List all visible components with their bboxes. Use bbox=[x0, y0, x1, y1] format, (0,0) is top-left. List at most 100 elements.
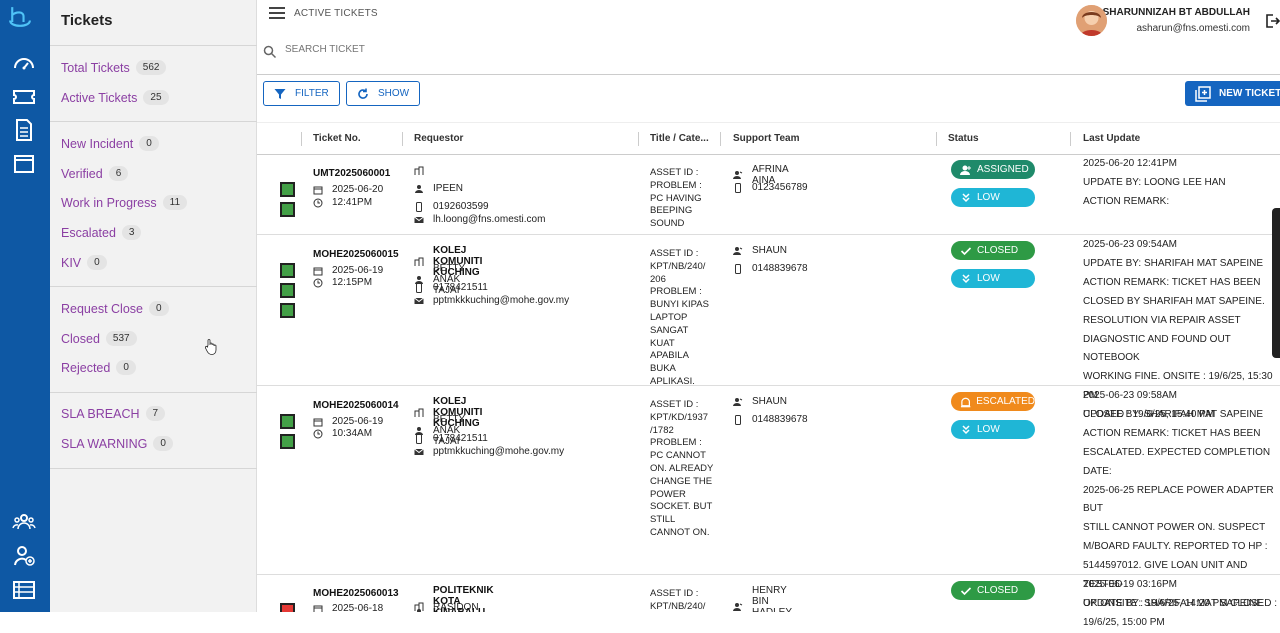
sidebar-item-request-close[interactable]: Request Close 0 bbox=[61, 301, 169, 316]
table-row[interactable]: MOHE2025060015 2025-06-19 12:15PM KOLEJ … bbox=[257, 236, 1280, 420]
ticket-number[interactable]: MOHE2025060013 bbox=[313, 588, 399, 599]
indicator-square bbox=[280, 603, 295, 612]
last-update: 2025-06-20 12:41PM UPDATE BY: LOONG LEE H… bbox=[1083, 158, 1226, 207]
email-icon bbox=[414, 215, 424, 225]
avatar[interactable] bbox=[1076, 5, 1107, 36]
requestor-email: lh.loong@fns.omesti.com bbox=[433, 214, 546, 225]
sidebar-item-closed[interactable]: Closed 537 bbox=[61, 331, 137, 346]
count-badge: 6 bbox=[108, 166, 129, 181]
sidebar-item-kiv[interactable]: KIV 0 bbox=[61, 255, 107, 270]
col-ticket-no[interactable]: Ticket No. bbox=[313, 133, 361, 144]
ticket-title: ASSET ID : KPT/NB/240/ bbox=[650, 588, 706, 612]
filter-button[interactable]: FILTER bbox=[263, 81, 340, 106]
user-info[interactable]: SHARUNNIZAH BT ABDULLAH asharun@fns.omes… bbox=[1103, 7, 1250, 34]
top-bar: ACTIVE TICKETS SHARUNNIZAH BT ABDULLAH a… bbox=[257, 0, 1280, 34]
email-icon bbox=[414, 447, 424, 457]
logout-icon[interactable] bbox=[1264, 13, 1280, 29]
ticket-title: ASSET ID : KPT/KD/1937/1782 PROBLEM : PC CA… bbox=[650, 399, 714, 538]
ticket-time: 12:41PM bbox=[332, 197, 373, 208]
col-support-team[interactable]: Support Team bbox=[733, 133, 799, 144]
ticket-title: ASSET ID : KPT/NB/240/206 PROBLEM : BUNYI K… bbox=[650, 248, 709, 387]
indicator-square bbox=[280, 202, 295, 217]
sidebar-item-rejected[interactable]: Rejected 0 bbox=[61, 360, 136, 375]
sidebar-title: Tickets bbox=[61, 12, 113, 29]
count-badge: 562 bbox=[135, 60, 167, 75]
ticket-title: ASSET ID : PROBLEM : PC HAVING BEEPING SOUND bbox=[650, 167, 702, 230]
requestor-email: pptmkkuching@mohe.gov.my bbox=[433, 446, 565, 457]
priority-badge[interactable]: LOW bbox=[951, 188, 1035, 207]
calendar-icon bbox=[313, 266, 323, 276]
indicator-square bbox=[280, 263, 295, 278]
phone-icon bbox=[414, 201, 424, 212]
col-last-update[interactable]: Last Update bbox=[1083, 133, 1140, 144]
count-badge: 0 bbox=[149, 301, 169, 316]
calendar-icon bbox=[313, 417, 323, 427]
col-title[interactable]: Title / Cate... bbox=[650, 133, 709, 144]
count-badge: 0 bbox=[139, 136, 159, 151]
table-row[interactable]: MOHE2025060014 2025-06-19 10:34AM KOLEJ … bbox=[257, 387, 1280, 628]
status-badge[interactable]: CLOSED bbox=[951, 581, 1035, 600]
team-icon[interactable] bbox=[12, 510, 36, 534]
last-update: 2025-06-19 03:16PM UPDATE BY: SHARIFAH MA… bbox=[1083, 579, 1264, 609]
add-user-icon[interactable] bbox=[12, 544, 36, 568]
priority-badge[interactable]: LOW bbox=[951, 269, 1035, 288]
search-bar bbox=[257, 33, 1280, 75]
filter-icon bbox=[274, 88, 286, 99]
new-ticket-button[interactable]: NEW TICKET bbox=[1185, 81, 1280, 106]
sidebar-item-escalated[interactable]: Escalated 3 bbox=[61, 225, 142, 240]
support-phone: 0148839678 bbox=[752, 414, 808, 425]
building-icon bbox=[414, 166, 424, 176]
col-status[interactable]: Status bbox=[948, 133, 979, 144]
status-badge[interactable]: ESCALATED bbox=[951, 392, 1035, 411]
ticket-icon[interactable] bbox=[12, 85, 36, 109]
sidebar-item-sla-warning[interactable]: SLA WARNING 0 bbox=[61, 436, 173, 451]
nav-rail bbox=[0, 0, 50, 612]
sidebar-item-active-tickets[interactable]: Active Tickets 25 bbox=[61, 90, 169, 105]
person-icon bbox=[414, 608, 424, 612]
ticket-date: 2025-06-20 bbox=[332, 184, 384, 195]
sidebar-item-work-in-progress[interactable]: Work in Progress 11 bbox=[61, 195, 188, 210]
requestor-phone: 0178421511 bbox=[433, 433, 488, 444]
ticket-number[interactable]: MOHE2025060014 bbox=[313, 400, 399, 411]
requestor-email: pptmkkkuching@mohe.gov.my bbox=[433, 295, 570, 306]
document-icon[interactable] bbox=[12, 118, 36, 142]
double-chevron-down-icon bbox=[962, 192, 970, 202]
col-requestor[interactable]: Requestor bbox=[414, 133, 463, 144]
dashboard-icon[interactable] bbox=[12, 52, 36, 76]
sidebar-item-total-tickets[interactable]: Total Tickets 562 bbox=[61, 60, 167, 75]
ticket-number[interactable]: MOHE2025060015 bbox=[313, 249, 399, 260]
show-button[interactable]: SHOW bbox=[346, 81, 421, 106]
table-row[interactable]: MOHE2025060013 2025-06-18 POLITEKNIK KOT… bbox=[257, 576, 1280, 612]
double-chevron-down-icon bbox=[962, 273, 970, 283]
support-phone: 0123456789 bbox=[752, 182, 808, 193]
count-badge: 11 bbox=[162, 195, 188, 210]
count-badge: 25 bbox=[143, 90, 169, 105]
ticket-time: 10:34AM bbox=[332, 428, 373, 439]
phone-icon bbox=[414, 433, 424, 444]
ticket-number[interactable]: UMT2025060001 bbox=[313, 168, 390, 179]
sidebar-item-sla-breach[interactable]: SLA BREACH 7 bbox=[61, 406, 166, 421]
requestor-name: RASIDON BUSITIM bbox=[433, 602, 479, 612]
status-badge[interactable]: ASSIGNED bbox=[951, 160, 1035, 179]
calendar-icon bbox=[313, 185, 323, 195]
indicator-square bbox=[280, 303, 295, 318]
support-agent: SHAUN bbox=[752, 396, 788, 407]
clock-icon bbox=[313, 429, 323, 439]
window-icon[interactable] bbox=[12, 152, 36, 176]
phone-icon bbox=[733, 263, 743, 274]
clock-icon bbox=[313, 198, 323, 208]
search-input[interactable] bbox=[285, 44, 785, 55]
status-badge[interactable]: CLOSED bbox=[951, 241, 1035, 260]
side-toolbar-tab[interactable] bbox=[1272, 208, 1280, 358]
table-header: Ticket No. Requestor Title / Cate... Sup… bbox=[257, 122, 1280, 155]
priority-badge[interactable]: LOW bbox=[951, 420, 1035, 439]
table-row[interactable]: UMT2025060001 2025-06-20 12:41PM IPEEN 0… bbox=[257, 155, 1280, 235]
menu-icon[interactable] bbox=[269, 7, 285, 21]
app-logo-icon[interactable] bbox=[8, 5, 42, 39]
phone-icon bbox=[414, 282, 424, 293]
sidebar-item-verified[interactable]: Verified 6 bbox=[61, 166, 129, 181]
clock-icon bbox=[313, 278, 323, 288]
agent-icon bbox=[733, 602, 743, 612]
sidebar-item-new-incident[interactable]: New Incident 0 bbox=[61, 136, 159, 151]
list-icon[interactable] bbox=[12, 578, 36, 602]
